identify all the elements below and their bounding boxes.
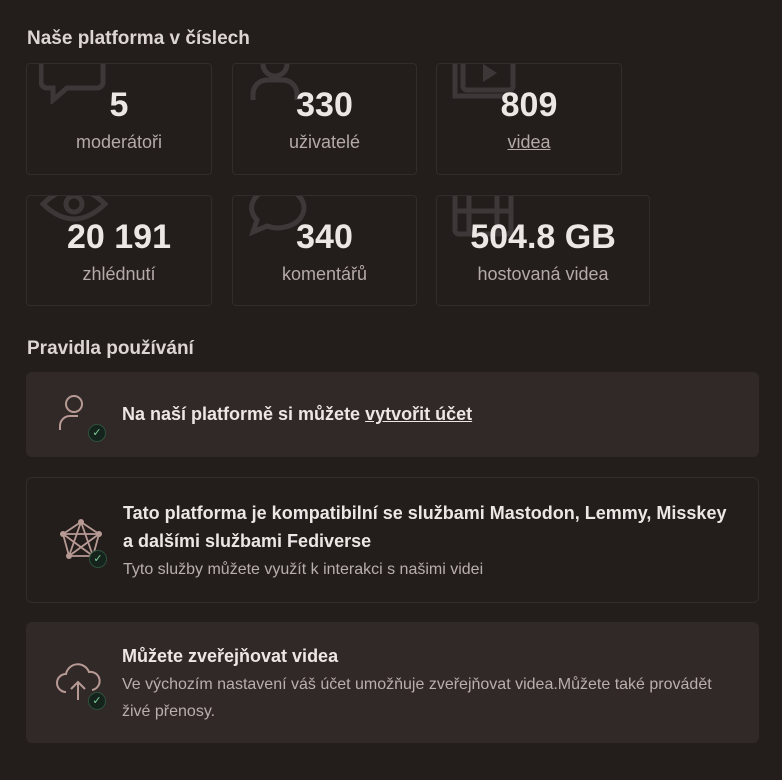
check-icon: ✓ bbox=[88, 692, 106, 710]
stats-section-title: Naše platforma v číslech bbox=[27, 28, 250, 49]
rule-title: Tato platforma je kompatibilní se služba… bbox=[123, 503, 727, 551]
stat-card-hosted: 504.8 GB hostovaná videa bbox=[436, 195, 650, 306]
stat-label: zhlédnutí bbox=[82, 264, 156, 284]
stat-label: hostovaná videa bbox=[477, 264, 609, 284]
stat-card-users: 330 uživatelé bbox=[232, 63, 417, 175]
stat-card-videos: 809 videa bbox=[436, 63, 622, 175]
rule-fediverse: ✓ Tato platforma je kompatibilní se služ… bbox=[26, 477, 759, 603]
rule-create-account: ✓ Na naší platformě si můžete vytvořit ú… bbox=[26, 372, 759, 457]
stat-label[interactable]: videa bbox=[437, 132, 621, 153]
stat-value: 5 bbox=[109, 86, 129, 124]
rule-title: Na naší platformě si můžete vytvořit úče… bbox=[122, 404, 473, 424]
stat-value: 330 bbox=[296, 86, 353, 124]
rule-title: Můžete zveřejňovat videa bbox=[122, 646, 339, 666]
stat-value: 20 191 bbox=[67, 218, 171, 256]
check-icon: ✓ bbox=[89, 550, 107, 568]
create-account-link[interactable]: vytvořit účet bbox=[365, 404, 472, 424]
rules-section-title: Pravidla používání bbox=[27, 338, 194, 359]
videos-link[interactable]: videa bbox=[507, 132, 550, 152]
stat-card-moderators: 5 moderátoři bbox=[26, 63, 212, 175]
stat-card-comments: 340 komentářů bbox=[232, 195, 417, 306]
stat-label: moderátoři bbox=[75, 132, 163, 152]
check-icon: ✓ bbox=[88, 424, 106, 442]
rule-publish-videos: ✓ Můžete zveřejňovat videa Ve výchozím n… bbox=[26, 622, 759, 743]
stat-label: komentářů bbox=[281, 264, 368, 284]
stat-value: 504.8 GB bbox=[470, 218, 616, 256]
stat-label: uživatelé bbox=[288, 132, 361, 152]
rule-description: Ve výchozím nastavení váš účet umožňuje … bbox=[122, 676, 712, 720]
stat-value: 809 bbox=[500, 86, 558, 124]
rule-description: Tyto služby můžete využít k interakci s … bbox=[123, 561, 484, 578]
stat-value: 340 bbox=[296, 218, 353, 256]
stat-card-views: 20 191 zhlédnutí bbox=[26, 195, 212, 306]
